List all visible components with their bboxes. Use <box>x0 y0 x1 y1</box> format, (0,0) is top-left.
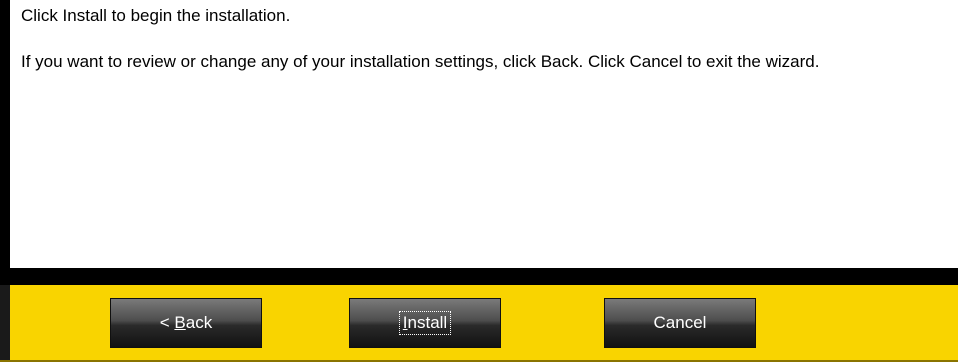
back-button-label: < Back <box>157 312 215 334</box>
install-button[interactable]: Install <box>349 298 501 348</box>
back-prefix: < <box>159 313 175 332</box>
install-instruction-text: Click Install to begin the installation. <box>21 6 291 25</box>
installer-window: Click Install to begin the installation.… <box>0 0 958 362</box>
install-rest: nstall <box>407 313 448 332</box>
back-mnemonic: B <box>174 313 186 332</box>
back-button[interactable]: < Back <box>110 298 262 348</box>
footer-left-border <box>0 285 10 362</box>
divider-band <box>0 268 958 285</box>
cancel-button-label: Cancel <box>653 313 707 332</box>
button-bar: < Back Install Cancel <box>0 285 958 362</box>
cancel-button[interactable]: Cancel <box>604 298 756 348</box>
left-border <box>0 0 10 268</box>
install-button-label: Install <box>398 311 452 335</box>
content-area: Click Install to begin the installation.… <box>21 6 952 72</box>
review-settings-text: If you want to review or change any of y… <box>21 52 820 71</box>
back-rest: ack <box>185 313 213 332</box>
